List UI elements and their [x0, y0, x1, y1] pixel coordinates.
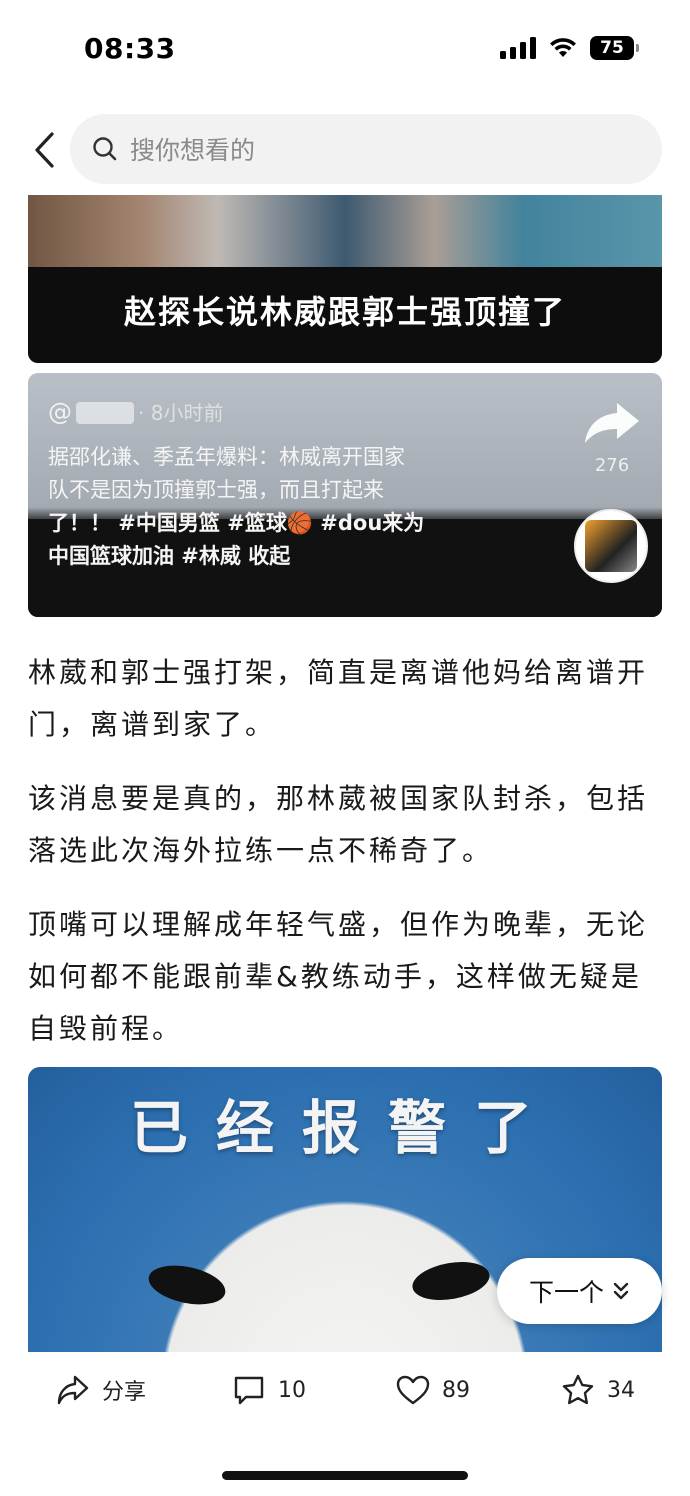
share-arrow-icon [585, 403, 639, 443]
search-placeholder: 搜你想看的 [130, 136, 256, 165]
comment-icon [234, 1376, 264, 1405]
comment-count: 10 [278, 1377, 306, 1403]
meme-eye [409, 1256, 493, 1306]
bottom-action-bar: 分享 10 89 34 [0, 1352, 690, 1436]
battery-icon: 75 [590, 36, 639, 60]
next-label: 下一个 [528, 1278, 604, 1307]
meme-eye [145, 1259, 229, 1311]
paragraph-1: 林葳和郭士强打架，简直是离谱他妈给离谱开门，离谱到家了。 [28, 656, 649, 741]
author-avatar [574, 509, 648, 583]
share-button[interactable]: 分享 [56, 1374, 146, 1406]
article-content: 赵探长说林威跟郭士强顶撞了 @ · 8小时前 据邵化谦、季孟年爆料：林威离开国家 … [0, 195, 690, 1352]
favorite-count: 34 [607, 1377, 635, 1403]
post-share-count: 276 [594, 455, 630, 476]
post-time: · 8小时前 [138, 401, 224, 425]
image-caption: 已经报警了 [129, 1094, 560, 1162]
next-article-button[interactable]: 下一个 [497, 1258, 662, 1324]
like-button[interactable]: 89 [396, 1374, 470, 1406]
embedded-video-screenshot[interactable]: @ · 8小时前 据邵化谦、季孟年爆料：林威离开国家 队不是因为顶撞郭士强，而且打… [28, 373, 662, 617]
battery-level: 75 [600, 38, 624, 58]
home-indicator[interactable] [222, 1471, 468, 1480]
share-label: 分享 [102, 1380, 147, 1405]
image-caption: 赵探长说林威跟郭士强顶撞了 [123, 293, 566, 331]
status-icons: 75 [500, 36, 639, 60]
status-bar: 08:33 75 [0, 0, 690, 100]
back-button[interactable] [26, 128, 62, 172]
paragraph-2: 该消息要是真的，那林葳被国家队封杀，包括落选此次海外拉练一点不稀奇了。 [28, 782, 649, 867]
post-description: 据邵化谦、季孟年爆料：林威离开国家 队不是因为顶撞郭士强，而且打起来 了！！ #… [48, 445, 425, 568]
search-input[interactable]: 搜你想看的 [70, 114, 662, 184]
blurred-username [76, 402, 134, 424]
comment-button[interactable]: 10 [232, 1374, 306, 1406]
like-count: 89 [442, 1377, 470, 1403]
status-time: 08:33 [84, 32, 176, 65]
chevron-left-icon [35, 132, 54, 168]
paragraph-3: 顶嘴可以理解成年轻气盛，但作为晚辈，无论如何都不能跟前辈&教练动手，这样做无疑是… [28, 908, 649, 1045]
double-chevron-down-icon [613, 1282, 629, 1300]
search-icon [92, 136, 118, 162]
share-icon [57, 1375, 89, 1405]
star-icon [562, 1374, 594, 1405]
post-author: @ · 8小时前 [48, 398, 224, 426]
search-header: 搜你想看的 [0, 112, 690, 188]
wifi-icon [550, 38, 576, 57]
post-share: 276 [582, 399, 642, 476]
favorite-button[interactable]: 34 [561, 1374, 635, 1406]
article-image-1[interactable]: 赵探长说林威跟郭士强顶撞了 [28, 195, 662, 363]
cellular-signal-icon [500, 37, 536, 59]
heart-icon [396, 1375, 430, 1405]
